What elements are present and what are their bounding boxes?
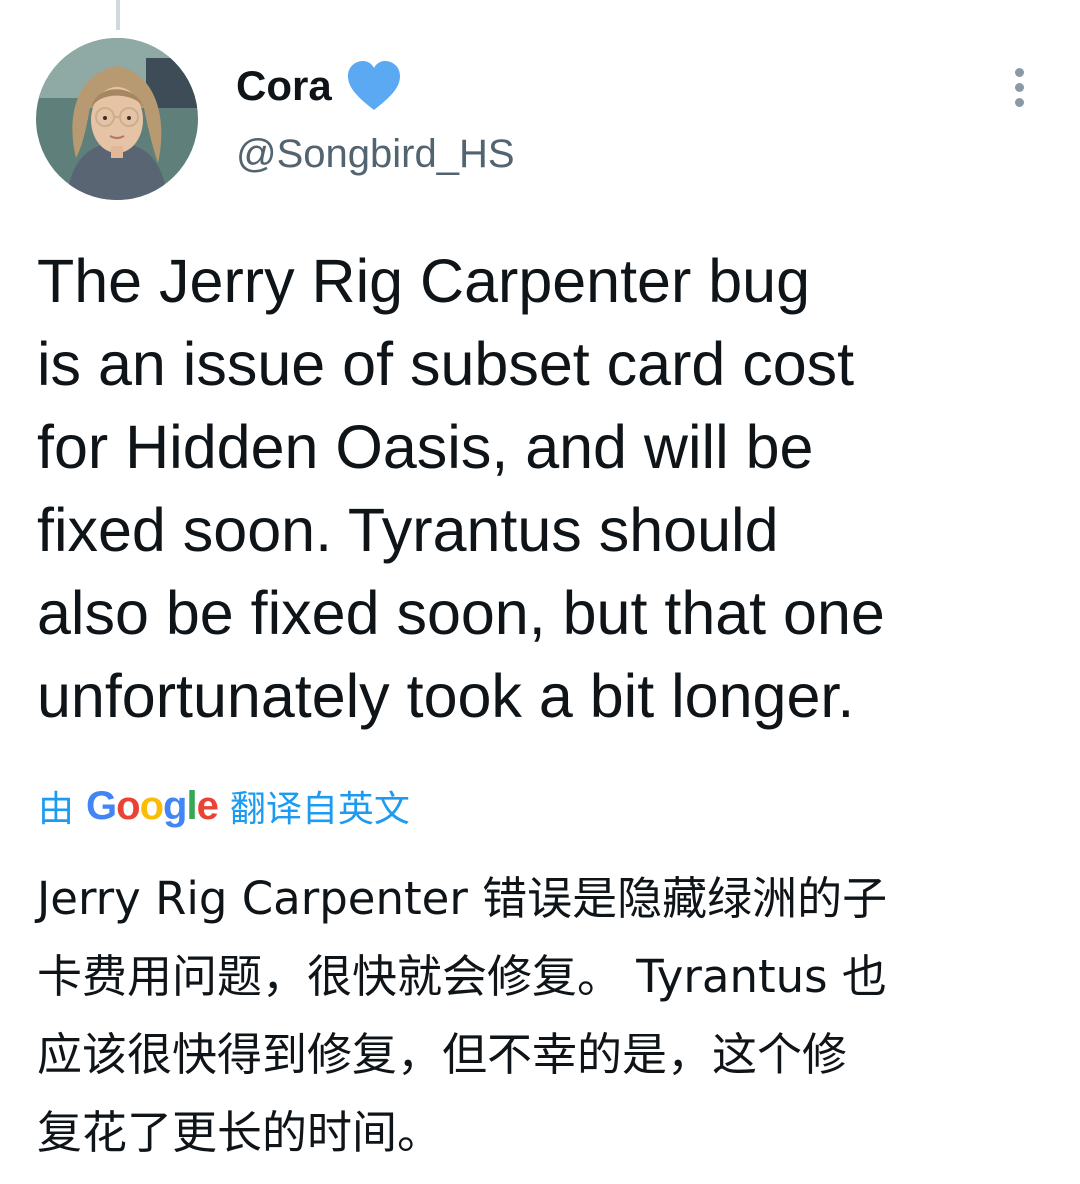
translation-suffix: 翻译自英文 [229, 789, 410, 830]
author-display-name[interactable]: Cora [236, 65, 332, 107]
author-name-row[interactable]: Cora [236, 58, 402, 114]
translated-tweet-text: Jerry Rig Carpenter 错误是隐藏绿洲的子 卡费用问题，很快就会… [37, 872, 888, 1159]
thread-connector-line [116, 0, 120, 30]
translated-by-google-link[interactable]: 由 Google 翻译自英文 [38, 782, 410, 831]
author-handle[interactable]: @Songbird_HS [236, 134, 515, 174]
tweet-text: The Jerry Rig Carpenter bug is an issue … [37, 247, 885, 730]
verified-heart-icon [346, 60, 402, 112]
more-vertical-icon [1015, 68, 1024, 77]
translation-prefix: 由 [38, 789, 75, 830]
avatar-image [36, 38, 198, 200]
more-options-button[interactable] [1000, 64, 1040, 108]
google-logo: Google [86, 783, 219, 828]
avatar[interactable] [36, 38, 198, 200]
